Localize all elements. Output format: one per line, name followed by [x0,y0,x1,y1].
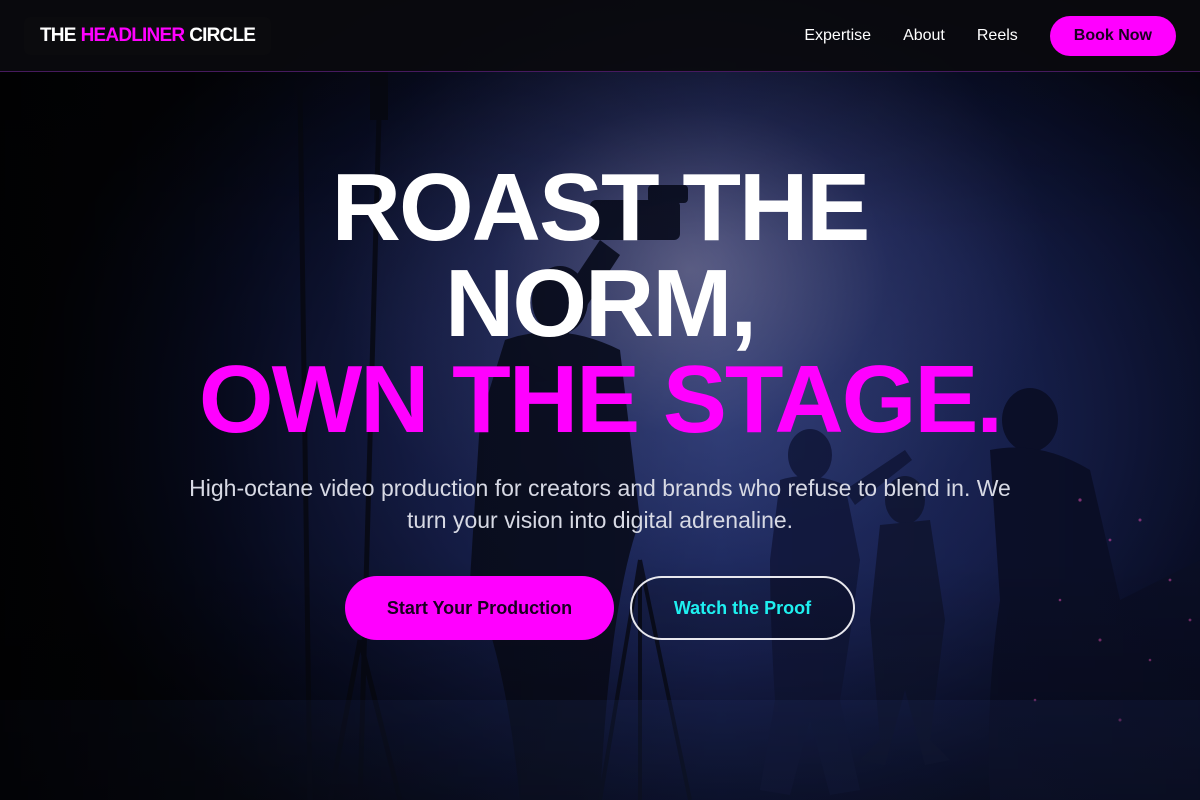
hero-subtitle: High-octane video production for creator… [189,475,1011,533]
logo-word-headliner: HEADLINER [80,24,185,46]
hero-section: ROAST THE NORM, OWN THE STAGE. High-octa… [0,72,1200,800]
logo-word-circle: CIRCLE [189,24,256,46]
hero-headline: ROAST THE NORM, OWN THE STAGE. [0,160,1200,448]
watch-proof-button[interactable]: Watch the Proof [630,576,855,640]
brand-logo[interactable]: THE HEADLINER CIRCLE [24,16,272,55]
book-now-button[interactable]: Book Now [1049,15,1176,56]
nav-link-about[interactable]: About [903,27,945,45]
site-header: THE HEADLINER CIRCLE Expertise About Ree… [0,0,1200,72]
headline-line-2: NORM, [445,250,757,357]
headline-line-3: OWN THE STAGE. [198,346,1003,453]
headline-line-1: ROAST THE [331,154,871,261]
start-production-button[interactable]: Start Your Production [345,576,614,640]
nav-link-expertise[interactable]: Expertise [804,27,871,45]
nav-link-reels[interactable]: Reels [977,27,1018,45]
main-nav: Expertise About Reels Book Now [772,15,1176,56]
logo-word-the: THE [40,24,76,46]
